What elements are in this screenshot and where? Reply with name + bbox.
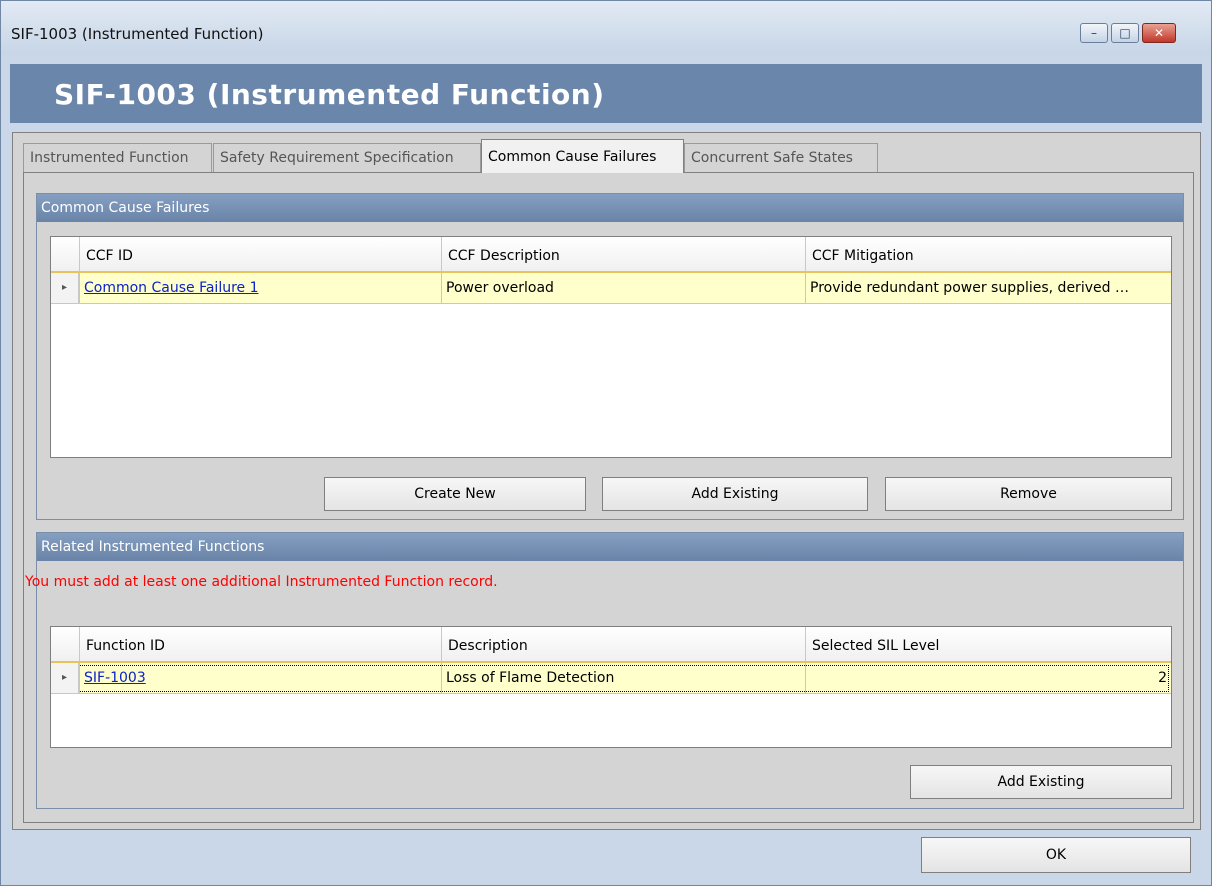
remove-button[interactable]: Remove [885,477,1172,511]
column-header-function-id[interactable]: Function ID [79,627,441,661]
add-existing-ccf-button[interactable]: Add Existing [602,477,868,511]
add-existing-function-button[interactable]: Add Existing [910,765,1172,799]
header-band: SIF-1003 (Instrumented Function) [10,64,1202,123]
column-header-ccf-id[interactable]: CCF ID [79,237,441,271]
related-functions-grid[interactable]: Function ID Description Selected SIL Lev… [50,626,1172,748]
function-description-cell: Loss of Flame Detection [441,663,805,693]
create-new-button[interactable]: Create New [324,477,586,511]
tab-concurrent-safe-states[interactable]: Concurrent Safe States [684,143,878,172]
row-indicator-icon: ▸ [51,663,79,693]
title-bar[interactable]: SIF-1003 (Instrumented Function) – □ ✕ [1,1,1211,55]
function-id-link[interactable]: SIF-1003 [79,663,441,693]
close-icon: ✕ [1153,26,1165,40]
tab-safety-requirement-specification[interactable]: Safety Requirement Specification [213,143,481,172]
close-button[interactable]: ✕ [1142,23,1176,43]
validation-warning: You must add at least one additional Ins… [25,574,498,590]
table-row[interactable]: ▸ SIF-1003 Loss of Flame Detection 2 [51,663,1171,694]
tab-label: Instrumented Function [30,150,189,166]
ccf-group-header: Common Cause Failures [37,194,1183,222]
ccf-id-link[interactable]: Common Cause Failure 1 [79,273,441,303]
ccf-grid-header: CCF ID CCF Description CCF Mitigation [51,237,1171,273]
minimize-icon: – [1091,26,1097,40]
maximize-button[interactable]: □ [1111,23,1139,43]
maximize-icon: □ [1119,26,1131,40]
row-indicator-icon: ▸ [51,273,79,303]
page-title: SIF-1003 (Instrumented Function) [54,78,605,111]
column-header-ccf-description[interactable]: CCF Description [441,237,805,271]
column-header-selected-sil-level[interactable]: Selected SIL Level [805,627,1171,661]
ccf-group: Common Cause Failures CCF ID CCF Descrip… [36,193,1184,520]
selected-sil-level-cell: 2 [805,663,1171,693]
window-title: SIF-1003 (Instrumented Function) [11,25,264,43]
table-row[interactable]: ▸ Common Cause Failure 1 Power overload … [51,273,1171,304]
ok-button[interactable]: OK [921,837,1191,873]
column-header-description[interactable]: Description [441,627,805,661]
tab-instrumented-function[interactable]: Instrumented Function [23,143,212,172]
tab-common-cause-failures[interactable]: Common Cause Failures [481,139,684,173]
ccf-description-cell: Power overload [441,273,805,303]
column-header-ccf-mitigation[interactable]: CCF Mitigation [805,237,1171,271]
tab-label: Common Cause Failures [488,148,657,165]
tab-label: Concurrent Safe States [691,150,853,166]
tab-label: Safety Requirement Specification [220,150,454,166]
dialog-window: SIF-1003 (Instrumented Function) – □ ✕ S… [0,0,1212,886]
ccf-grid[interactable]: CCF ID CCF Description CCF Mitigation ▸ … [50,236,1172,458]
related-functions-group-header: Related Instrumented Functions [37,533,1183,561]
ccf-mitigation-cell: Provide redundant power supplies, derive… [805,273,1171,303]
minimize-button[interactable]: – [1080,23,1108,43]
related-functions-grid-header: Function ID Description Selected SIL Lev… [51,627,1171,663]
